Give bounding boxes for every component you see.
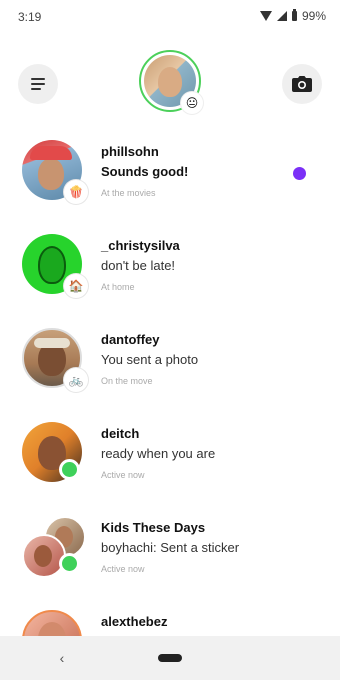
chat-status: Active now [101, 564, 145, 574]
menu-button[interactable] [18, 64, 58, 104]
status-bar: 3:19 99% [0, 0, 340, 34]
chat-message: boyhachi: Sent a sticker [101, 540, 240, 555]
chat-row[interactable]: Kids These Days boyhachi: Sent a sticker… [0, 506, 340, 600]
chat-row[interactable]: deitch ready when you are Active now [0, 412, 340, 506]
chat-message: You sent a photo [101, 352, 199, 367]
chat-status: Active now [101, 470, 145, 480]
avatar-wrap [22, 422, 84, 484]
activity-badge: 🏠 [64, 274, 88, 298]
chat-name: phillsohn [101, 144, 159, 159]
avatar-wrap: 🚲 [22, 328, 88, 392]
activity-badge: 🍿 [64, 180, 88, 204]
hamburger-icon [31, 75, 45, 93]
chat-text: dantoffey You sent a photo On the move [101, 332, 291, 387]
profile-avatar-button[interactable]: 😐 [139, 50, 203, 114]
chat-row[interactable]: 🍿 phillsohn Sounds good! At the movies [0, 130, 340, 224]
wifi-icon [259, 11, 272, 21]
online-indicator [59, 553, 80, 574]
status-time: 3:19 [18, 10, 42, 24]
chat-status: At the movies [101, 188, 156, 198]
chat-message: Sounds good! [101, 164, 189, 179]
battery-icon [291, 9, 297, 21]
activity-badge: 🚲 [64, 368, 88, 392]
chat-name: alexthebez [101, 614, 168, 629]
chat-message: don't be late! [101, 258, 176, 273]
chat-row[interactable]: 🚲 dantoffey You sent a photo On the move [0, 318, 340, 412]
chat-row[interactable]: 🏠 _christysilva don't be late! At home [0, 224, 340, 318]
status-icons: 99% [259, 9, 326, 23]
avatar-wrap: 🍿 [22, 140, 88, 204]
chat-text: phillsohn Sounds good! At the movies [101, 144, 291, 199]
chat-status: At home [101, 282, 135, 292]
unread-indicator [293, 167, 306, 180]
chat-text: Kids These Days boyhachi: Sent a sticker… [101, 520, 291, 575]
avatar-wrap: 🏠 [22, 234, 88, 298]
chat-text: _christysilva don't be late! At home [101, 238, 291, 293]
chat-name: dantoffey [101, 332, 160, 347]
profile-status-emoji: 😐 [181, 92, 203, 114]
header: 😐 [0, 48, 340, 118]
chat-name: _christysilva [101, 238, 180, 253]
avatar-wrap [22, 516, 86, 578]
camera-button[interactable] [282, 64, 322, 104]
back-chevron-icon: ‹ [59, 650, 65, 666]
chat-message: ready when you are [101, 446, 216, 461]
chat-name: deitch [101, 426, 140, 441]
signal-icon [276, 11, 287, 21]
battery-level: 99% [301, 9, 326, 23]
chat-text: deitch ready when you are Active now [101, 426, 291, 481]
camera-icon [292, 76, 312, 92]
chat-status: On the move [101, 376, 153, 386]
back-button[interactable]: ‹ [52, 648, 72, 668]
home-button[interactable] [158, 654, 182, 662]
chat-name: Kids These Days [101, 520, 206, 535]
online-indicator [59, 459, 80, 480]
navigation-bar: ‹ [0, 636, 340, 680]
chat-text: alexthebez [101, 614, 291, 630]
group-avatar-front [22, 534, 66, 578]
